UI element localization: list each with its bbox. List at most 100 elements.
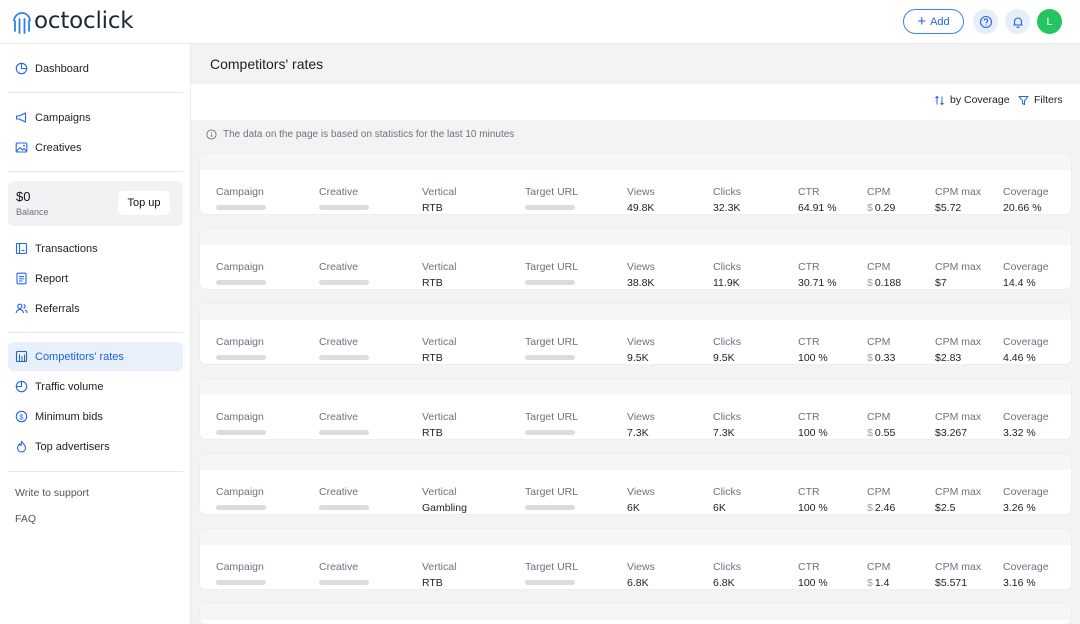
column-value: 100 % <box>798 577 828 589</box>
sidebar-item-referrals[interactable]: Referrals <box>8 294 183 323</box>
notifications-button[interactable] <box>1005 9 1030 34</box>
filters-label: Filters <box>1034 94 1063 106</box>
sidebar: Dashboard Campaigns Creatives $0 Balance… <box>0 44 191 624</box>
cell-cpm: CPM $1.4 <box>867 561 890 589</box>
row-header-strip <box>200 379 1071 395</box>
cell-ctr: CTR 100 % <box>798 486 828 514</box>
redacted-value <box>319 505 369 510</box>
column-label: CPM <box>867 336 891 348</box>
rate-row[interactable]: Campaign Creative Vertical RTB Target URL Vie… <box>200 529 1071 589</box>
column-label: CTR <box>798 411 820 423</box>
write-to-support-link[interactable]: Write to support <box>15 487 89 499</box>
avatar[interactable]: L <box>1037 9 1062 34</box>
faq-link[interactable]: FAQ <box>15 513 36 525</box>
column-label: Creative <box>319 261 359 273</box>
info-text: The data on the page is based on statist… <box>223 129 515 140</box>
sidebar-divider <box>8 332 183 333</box>
cell-ctr: CTR 30.71 % <box>798 261 837 289</box>
sidebar-item-campaigns[interactable]: Campaigns <box>8 103 183 132</box>
sidebar-item-dashboard[interactable]: Dashboard <box>8 54 183 83</box>
column-label: Target URL <box>525 486 579 498</box>
sidebar-item-minimum-bids[interactable]: $ Minimum bids <box>8 402 183 431</box>
column-value: 100 % <box>798 427 828 439</box>
sidebar-item-competitors-rates[interactable]: Competitors' rates <box>8 342 183 371</box>
plus-icon: + <box>917 12 927 30</box>
rate-row[interactable]: Campaign Creative Vertical RTB Target URL Vie… <box>200 229 1071 289</box>
sidebar-item-creatives[interactable]: Creatives <box>8 133 183 162</box>
cell-clicks: Clicks 7.3K <box>713 411 741 439</box>
balance-card: $0 Balance Top up <box>8 181 183 226</box>
svg-text:$: $ <box>19 412 24 421</box>
rate-row[interactable]: Campaign Creative Vertical Gambling Target U… <box>200 454 1071 514</box>
cell-target-url: Target URL <box>525 411 578 435</box>
sidebar-item-label: Traffic volume <box>35 380 104 393</box>
column-label: Coverage <box>1003 261 1049 273</box>
column-value: 32.3K <box>713 202 741 214</box>
cell-coverage: Coverage 20.66 % <box>1003 186 1049 214</box>
cell-target-url: Target URL <box>525 186 578 210</box>
redacted-value <box>216 430 266 435</box>
column-label: Campaign <box>216 186 264 198</box>
column-label: Campaign <box>216 336 264 348</box>
filters-button[interactable]: Filters <box>1018 94 1063 106</box>
redacted-value <box>216 280 266 285</box>
cell-cpm-max: CPM max $2.5 <box>935 486 981 514</box>
rate-row[interactable]: Campaign Creative Vertical RTB Target URL Vie… <box>200 379 1071 439</box>
column-value: $0.33 <box>867 352 895 364</box>
redacted-value <box>525 430 575 435</box>
redacted-value <box>216 505 266 510</box>
column-label: CPM max <box>935 561 982 573</box>
currency-symbol: $ <box>867 427 873 439</box>
column-label: CPM <box>867 561 891 573</box>
column-value: 11.9K <box>713 277 740 289</box>
sidebar-item-report[interactable]: Report <box>8 264 183 293</box>
logo[interactable]: octoclick <box>12 6 134 36</box>
add-button[interactable]: + Add <box>903 9 964 34</box>
cell-vertical: Vertical RTB <box>422 186 456 214</box>
cell-campaign: Campaign <box>216 411 266 435</box>
column-label: Campaign <box>216 411 264 423</box>
users-icon <box>15 303 28 314</box>
cell-ctr: CTR 100 % <box>798 336 828 364</box>
column-value: 4.46 % <box>1003 352 1036 364</box>
column-label: Target URL <box>525 561 579 573</box>
row-header-strip <box>200 229 1071 245</box>
currency-symbol: $ <box>867 277 873 289</box>
column-label: Views <box>627 261 655 273</box>
filter-icon <box>1018 95 1029 105</box>
cell-cpm-max: CPM max $7 <box>935 261 981 289</box>
cell-vertical: Vertical RTB <box>422 336 456 364</box>
column-label: CPM <box>867 261 891 273</box>
redacted-value <box>319 580 369 585</box>
currency-symbol: $ <box>867 577 873 589</box>
rate-row[interactable] <box>200 604 1071 624</box>
column-label: CPM max <box>935 336 982 348</box>
column-label: Vertical <box>422 336 457 348</box>
sidebar-item-top-advertisers[interactable]: Top advertisers <box>8 432 183 461</box>
image-icon <box>15 142 28 153</box>
column-value: 9.5K <box>627 352 649 364</box>
rate-row[interactable]: Campaign Creative Vertical RTB Target URL Vie… <box>200 304 1071 364</box>
cell-cpm-max: CPM max $5.72 <box>935 186 981 214</box>
cell-views: Views 38.8K <box>627 261 655 289</box>
cell-cpm: CPM $0.33 <box>867 336 895 364</box>
sort-by-coverage-button[interactable]: by Coverage <box>934 94 1010 106</box>
column-label: Campaign <box>216 486 264 498</box>
column-label: Target URL <box>525 336 579 348</box>
top-up-button[interactable]: Top up <box>118 191 170 215</box>
sidebar-item-transactions[interactable]: Transactions <box>8 234 183 263</box>
column-label: Target URL <box>525 411 579 423</box>
column-value: Gambling <box>422 502 467 514</box>
rate-row[interactable]: Campaign Creative Vertical RTB Target URL Vie… <box>200 154 1071 214</box>
column-value: $2.83 <box>935 352 962 364</box>
column-label: CPM max <box>935 411 982 423</box>
sidebar-item-label: Campaigns <box>35 111 91 124</box>
cell-clicks: Clicks 32.3K <box>713 186 741 214</box>
cell-coverage: Coverage 4.46 % <box>1003 336 1049 364</box>
cell-views: Views 6K <box>627 486 655 514</box>
info-icon <box>206 129 217 140</box>
sidebar-item-label: Top advertisers <box>35 440 110 453</box>
column-value: RTB <box>422 202 443 214</box>
sidebar-item-traffic-volume[interactable]: Traffic volume <box>8 372 183 401</box>
help-button[interactable] <box>973 9 998 34</box>
